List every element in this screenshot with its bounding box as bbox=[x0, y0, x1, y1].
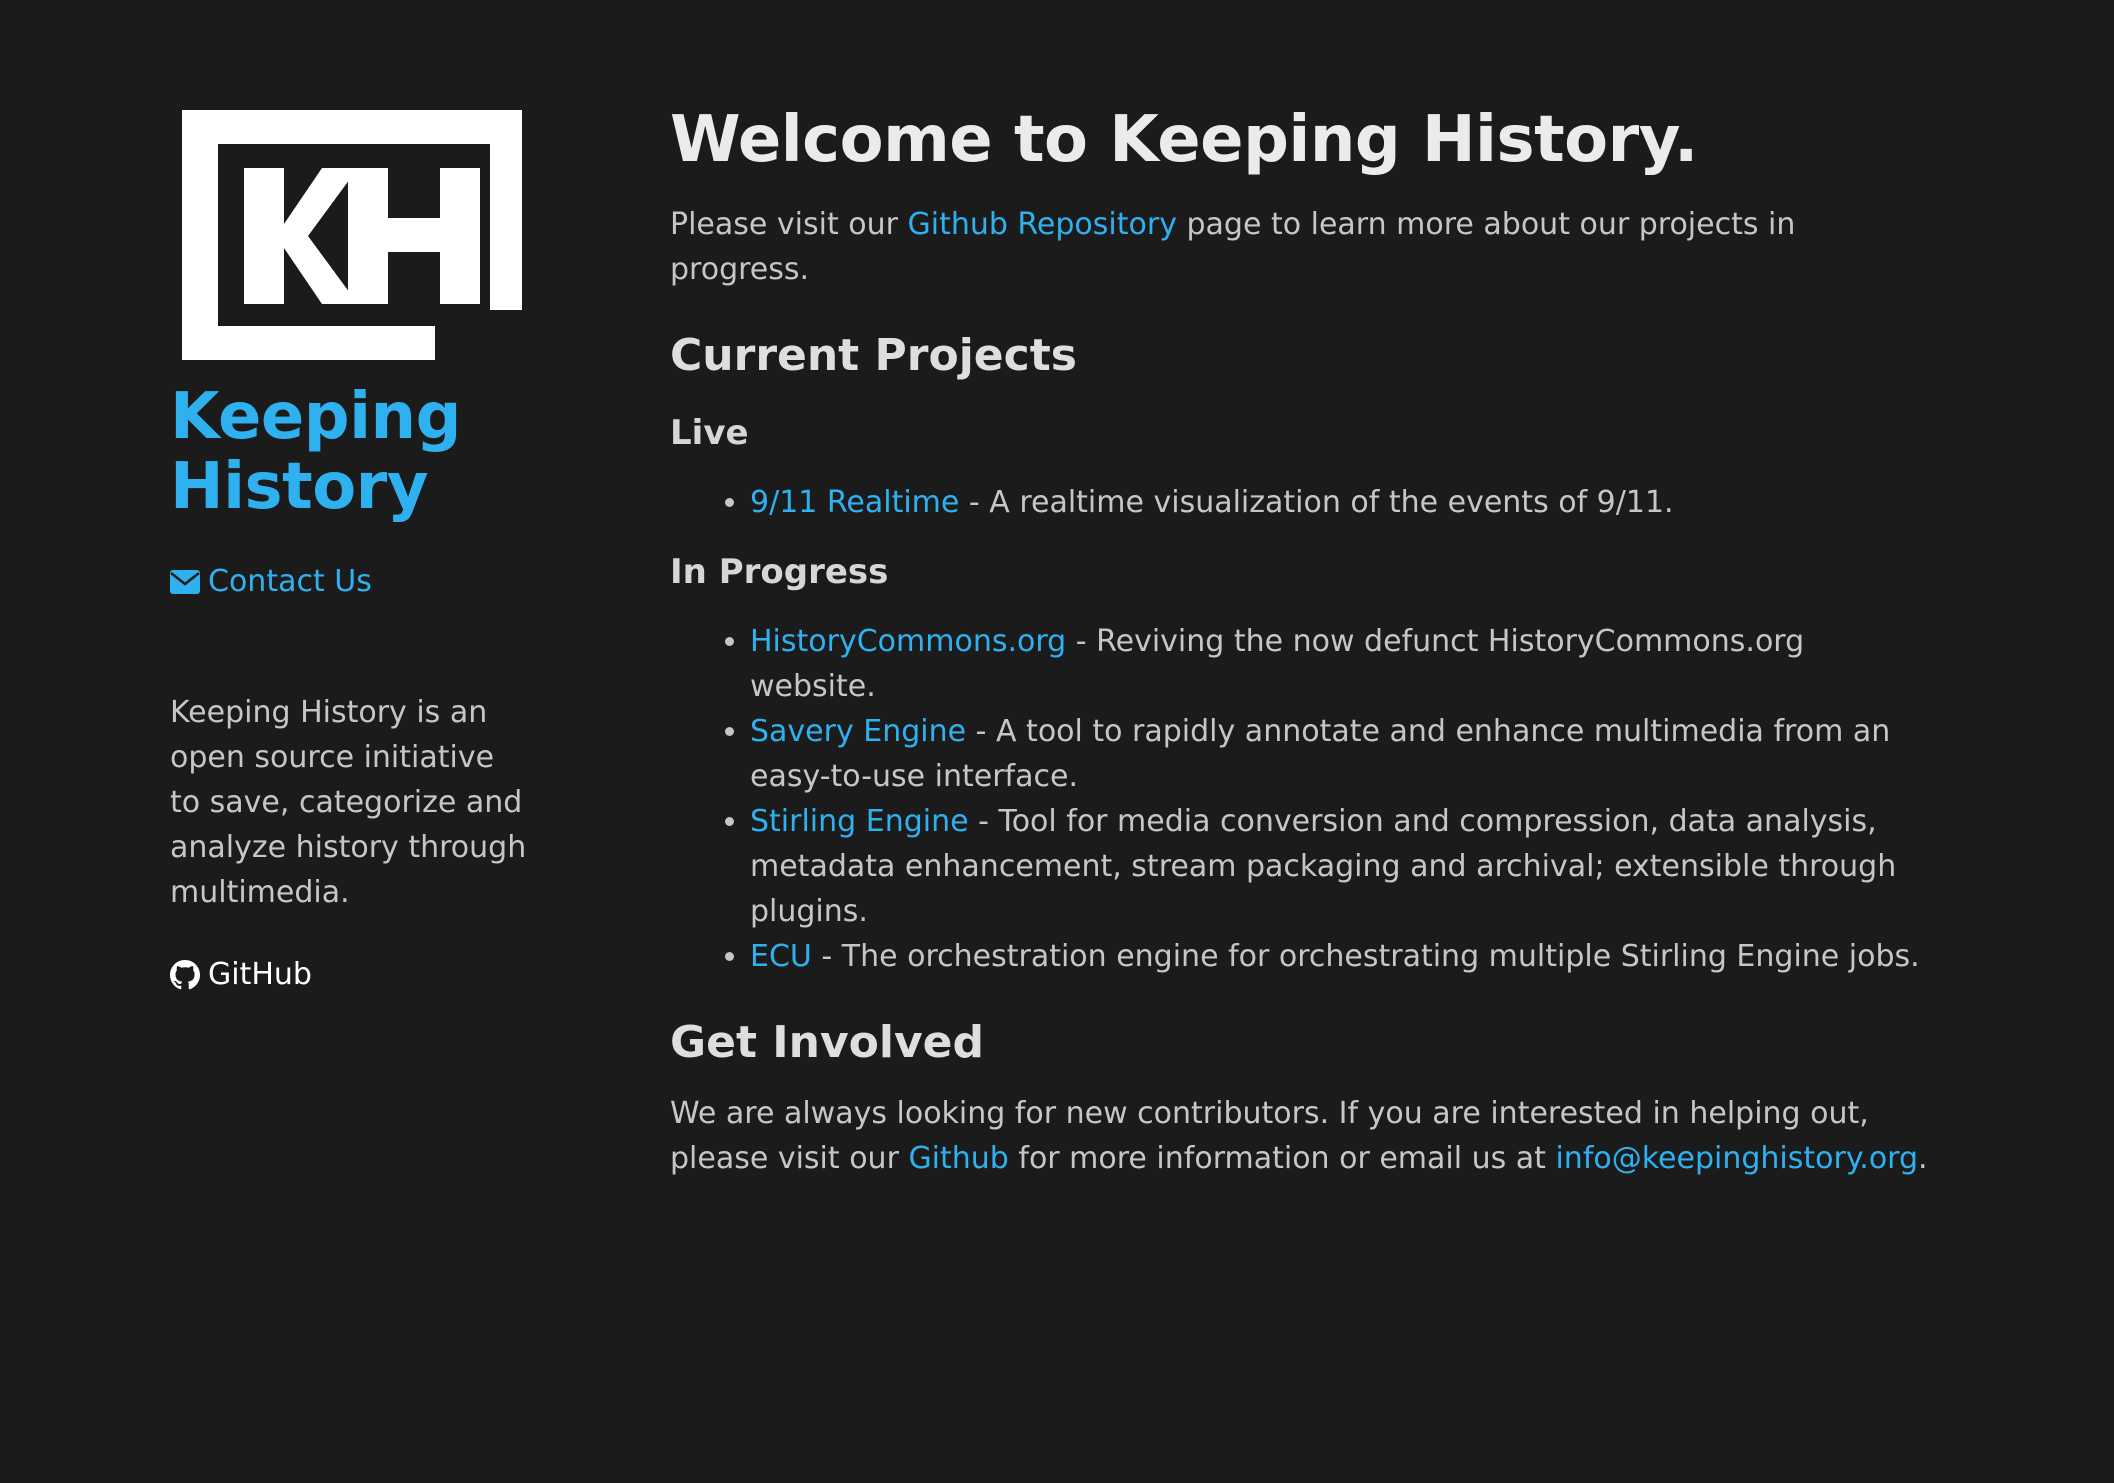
project-link-historycommons[interactable]: HistoryCommons.org bbox=[750, 624, 1066, 659]
get-involved-paragraph: We are always looking for new contributo… bbox=[670, 1091, 1930, 1181]
main-content: Welcome to Keeping History. Please visit… bbox=[670, 96, 1930, 1181]
contact-us-label[interactable]: Contact Us bbox=[208, 562, 372, 602]
project-description: - A realtime visualization of the events… bbox=[959, 485, 1674, 520]
list-item: 9/11 Realtime - A realtime visualization… bbox=[750, 480, 1930, 525]
project-link-savery-engine[interactable]: Savery Engine bbox=[750, 714, 966, 749]
live-projects-list: 9/11 Realtime - A realtime visualization… bbox=[670, 480, 1930, 525]
github-link-inline[interactable]: Github bbox=[908, 1141, 1008, 1176]
project-link-911-realtime[interactable]: 9/11 Realtime bbox=[750, 485, 959, 520]
github-label[interactable]: GitHub bbox=[208, 955, 312, 995]
github-repository-link[interactable]: Github Repository bbox=[907, 207, 1176, 242]
project-description: - The orchestration engine for orchestra… bbox=[811, 939, 1920, 974]
github-icon bbox=[170, 960, 200, 990]
project-link-ecu[interactable]: ECU bbox=[750, 939, 812, 974]
in-progress-projects-list: HistoryCommons.org - Reviving the now de… bbox=[670, 619, 1930, 979]
contact-us-link[interactable]: Contact Us bbox=[170, 562, 550, 602]
keeping-history-logo[interactable] bbox=[182, 110, 522, 360]
intro-text-before: Please visit our bbox=[670, 207, 908, 242]
list-item: Savery Engine - A tool to rapidly annota… bbox=[750, 709, 1930, 799]
sidebar: Keeping History Contact Us Keeping Histo… bbox=[170, 110, 550, 995]
list-item: HistoryCommons.org - Reviving the now de… bbox=[750, 619, 1930, 709]
current-projects-heading: Current Projects bbox=[670, 330, 1077, 381]
list-item: ECU - The orchestration engine for orche… bbox=[750, 934, 1930, 979]
live-heading: Live bbox=[670, 413, 749, 453]
get-involved-text-middle: for more information or email us at bbox=[1008, 1141, 1556, 1176]
intro-paragraph: Please visit our Github Repository page … bbox=[670, 202, 1930, 292]
project-link-stirling-engine[interactable]: Stirling Engine bbox=[750, 804, 969, 839]
about-text: Keeping History is an open source initia… bbox=[170, 695, 527, 910]
in-progress-heading: In Progress bbox=[670, 552, 889, 592]
get-involved-heading: Get Involved bbox=[670, 1017, 985, 1068]
site-title[interactable]: Keeping History bbox=[170, 382, 550, 522]
site-title-line1[interactable]: Keeping bbox=[170, 382, 550, 452]
list-item: Stirling Engine - Tool for media convers… bbox=[750, 799, 1930, 934]
envelope-icon bbox=[170, 570, 200, 594]
get-involved-text-after: . bbox=[1918, 1141, 1928, 1176]
site-title-line2[interactable]: History bbox=[170, 452, 550, 522]
page-title: Welcome to Keeping History. bbox=[670, 103, 1698, 177]
email-link[interactable]: info@keepinghistory.org bbox=[1555, 1141, 1918, 1176]
github-link[interactable]: GitHub bbox=[170, 955, 550, 995]
